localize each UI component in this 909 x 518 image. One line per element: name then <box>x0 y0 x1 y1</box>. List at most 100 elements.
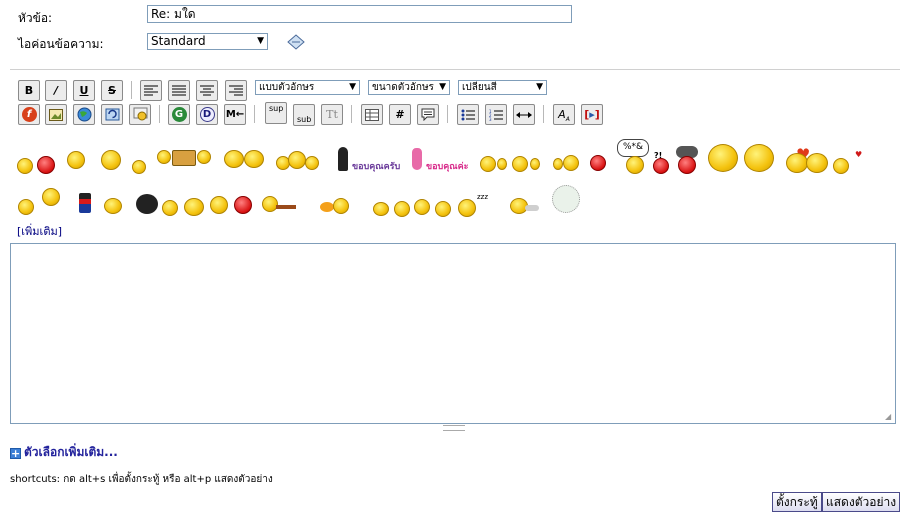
message-icon-preview-icon <box>287 34 305 50</box>
cheer-smiley-icon[interactable] <box>101 150 121 170</box>
align-center-button[interactable] <box>196 80 218 101</box>
yawn-smiley-icon[interactable] <box>458 199 476 217</box>
table-button[interactable] <box>361 104 383 125</box>
font-select[interactable]: แบบตัวอักษร ▼ <box>255 80 360 95</box>
black-ball-icon[interactable] <box>136 194 158 214</box>
shocked-smiley-icon[interactable] <box>744 144 774 172</box>
bold-button[interactable]: B <box>18 80 40 101</box>
neutral-smiley-icon[interactable] <box>414 199 430 215</box>
toolbar-separator <box>351 105 352 123</box>
message-icon-select[interactable]: Standard ▼ <box>147 33 268 50</box>
message-icon-label: ไอค่อนข้อความ: <box>18 37 104 51</box>
image-button[interactable] <box>45 104 67 125</box>
subscript-button[interactable]: sub <box>293 104 315 126</box>
bottle-smiley-icon-2[interactable] <box>288 151 306 169</box>
numbered-list-button[interactable]: 123 <box>485 104 507 125</box>
email-link-button[interactable] <box>101 104 123 125</box>
link-button[interactable] <box>73 104 95 125</box>
smiley-icon[interactable] <box>17 158 33 174</box>
shooter-smiley-icon[interactable] <box>333 198 349 214</box>
source-button[interactable]: [▸] <box>581 104 603 125</box>
thumb-icon-2[interactable] <box>530 158 540 170</box>
quote-icon <box>421 108 435 122</box>
dictionary-button[interactable]: D <box>196 104 218 125</box>
meh-smiley-icon[interactable] <box>435 201 451 217</box>
shifty-smiley-icon[interactable] <box>563 155 579 171</box>
remove-format-icon: AA <box>558 108 570 124</box>
crying-smiley-icon[interactable] <box>708 144 738 172</box>
align-left-button[interactable] <box>140 80 162 101</box>
subject-label: หัวข้อ: <box>18 11 53 25</box>
laugh-smiley-icon[interactable] <box>42 188 60 206</box>
google-button[interactable]: G <box>168 104 190 125</box>
kiss-smiley-icon[interactable] <box>833 158 849 174</box>
flower-smiley-icon[interactable] <box>552 185 580 213</box>
bottle-smiley-icon-3[interactable] <box>305 156 319 170</box>
more-smileys-link[interactable]: [เพิ่มเติม] <box>17 222 62 240</box>
swear-smiley-icon[interactable] <box>626 156 644 174</box>
user-link-button[interactable] <box>129 104 151 125</box>
quote-button[interactable] <box>417 104 439 125</box>
align-right-button[interactable] <box>225 80 247 101</box>
fuming-smiley-icon[interactable] <box>678 156 696 174</box>
love-smiley-icon-2[interactable] <box>806 153 828 173</box>
underline-button[interactable]: U <box>73 80 95 101</box>
beer-smiley-icon[interactable] <box>157 150 171 164</box>
toolbar-separator <box>447 105 448 123</box>
thumbs-up-smiley-icon[interactable] <box>67 151 85 169</box>
eating-smiley-icon[interactable] <box>104 198 122 214</box>
italic-icon: / <box>53 84 59 97</box>
remove-format-button[interactable]: AA <box>553 104 575 125</box>
love-smiley-icon[interactable] <box>786 153 808 173</box>
color-select[interactable]: เปลี่ยนสี ▼ <box>458 80 547 95</box>
confused-red-smiley-icon[interactable] <box>653 158 669 174</box>
thumbs-smiley-icon[interactable] <box>512 156 528 172</box>
cool-smiley-icon[interactable] <box>480 156 496 172</box>
more-options-toggle[interactable]: + ตัวเลือกเพิ่มเติม... <box>10 443 118 462</box>
code-button[interactable]: # <box>389 104 411 125</box>
teletype-button[interactable]: Tt <box>321 104 343 125</box>
bullet-list-button[interactable] <box>457 104 479 125</box>
marquee-button[interactable]: M← <box>224 104 246 125</box>
grin-smiley-icon[interactable] <box>18 199 34 215</box>
smile-smiley-icon[interactable] <box>132 160 146 174</box>
angry-red-smiley-icon[interactable] <box>590 155 606 171</box>
wave-smiley-icon[interactable] <box>162 200 178 216</box>
thumb-icon[interactable] <box>497 158 507 170</box>
preview-button[interactable]: แสดงตัวอย่าง <box>822 492 901 512</box>
chevron-down-icon: ▼ <box>536 82 543 92</box>
shout-smiley-icon[interactable] <box>234 196 252 214</box>
strike-button[interactable]: S <box>101 80 123 101</box>
align-justify-button[interactable] <box>168 80 190 101</box>
happy-smiley-icon[interactable] <box>394 201 410 217</box>
big-grin-smiley-icon[interactable] <box>373 202 389 216</box>
resize-corner-icon[interactable]: ◢ <box>885 413 893 421</box>
submit-button[interactable]: ตั้งกระทู้ <box>772 492 822 512</box>
size-select[interactable]: ขนาดตัวอักษร ▼ <box>368 80 450 95</box>
shortcuts-hint: shortcuts: กด alt+s เพื่อตั้งกระทู้ หรือ… <box>10 474 273 485</box>
subject-input[interactable]: Re: มใด <box>147 5 572 23</box>
suit-man-icon[interactable] <box>338 147 348 171</box>
gun-smiley-icon[interactable] <box>262 196 278 212</box>
bye-smiley-icon[interactable] <box>184 198 204 216</box>
beer-smiley-icon-2[interactable] <box>197 150 211 164</box>
flash-button[interactable]: f <box>18 104 40 125</box>
subscript-icon: sub <box>297 115 312 124</box>
google-icon: G <box>171 107 187 122</box>
horizontal-rule-button[interactable] <box>513 104 535 125</box>
superscript-button[interactable]: sup <box>265 102 287 124</box>
italic-button[interactable]: / <box>45 80 67 101</box>
gun-icon <box>276 205 296 209</box>
user-icon <box>133 107 147 121</box>
point-icon[interactable] <box>553 158 563 170</box>
bold-icon: B <box>24 84 34 97</box>
music-smiley-icon[interactable] <box>210 196 228 214</box>
group-smiley-icon[interactable] <box>224 150 244 168</box>
message-textarea[interactable]: ◢ <box>10 243 896 424</box>
devil-smiley-icon[interactable] <box>37 156 55 174</box>
textarea-resize-handle[interactable] <box>443 425 465 431</box>
pepsi-icon[interactable] <box>79 193 91 213</box>
dress-girl-icon[interactable] <box>412 148 422 170</box>
toolbar-separator <box>254 105 255 123</box>
group-smiley-icon-2[interactable] <box>244 150 264 168</box>
